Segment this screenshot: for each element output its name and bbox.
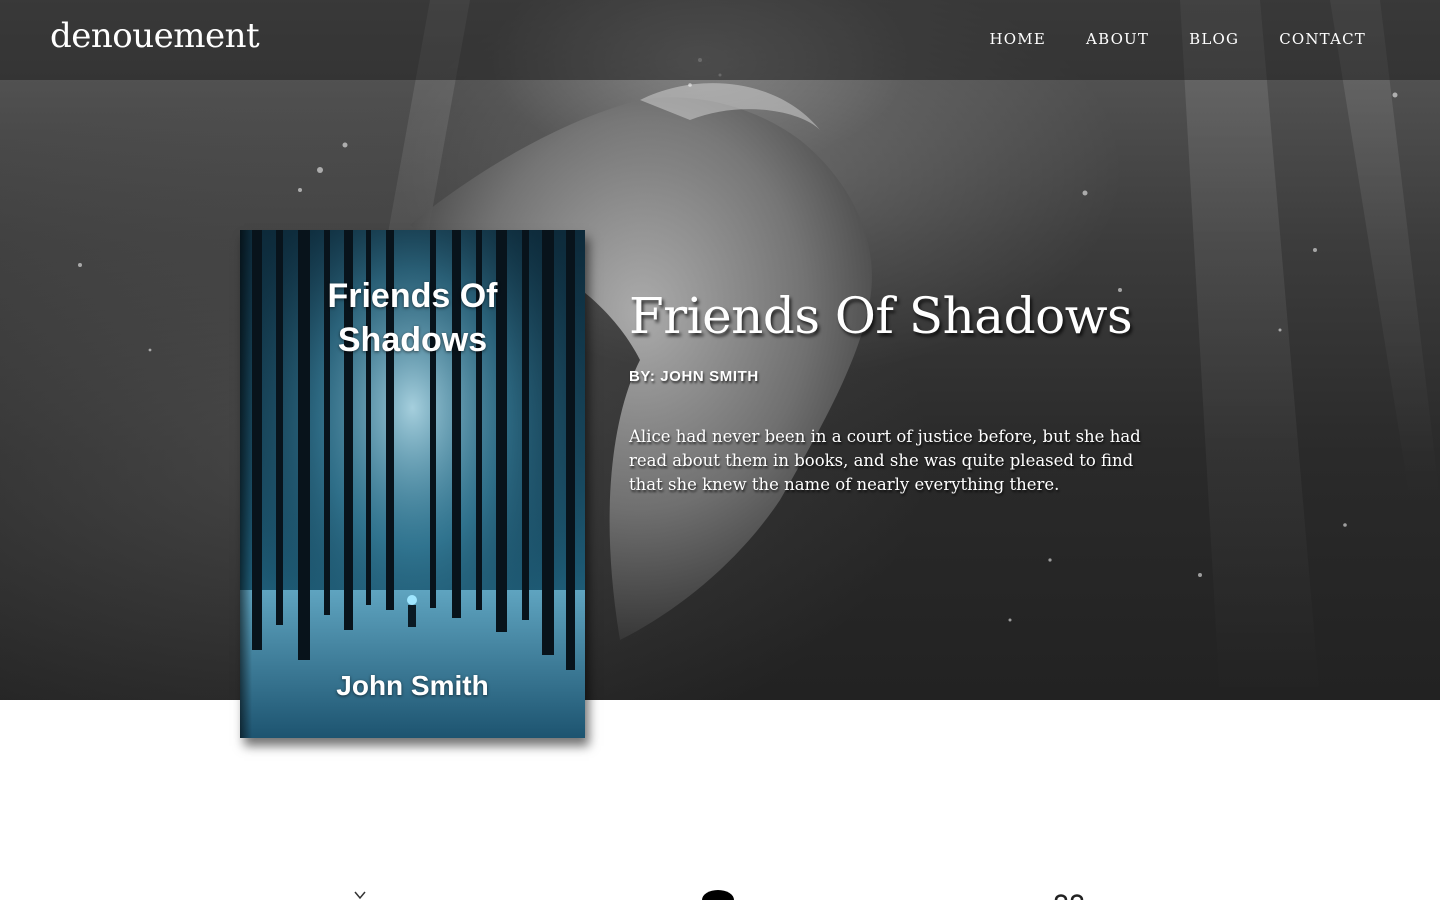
nav-about-link[interactable]: ABOUT bbox=[1086, 30, 1149, 48]
nav-blog-link[interactable]: BLOG bbox=[1189, 30, 1239, 48]
glasses-icon bbox=[1054, 894, 1084, 900]
book-cover-title: Friends Of Shadows bbox=[327, 277, 498, 359]
nav-contact-link[interactable]: CONTACT bbox=[1279, 30, 1366, 48]
main-menu: HOME ABOUT BLOG CONTACT bbox=[990, 30, 1366, 48]
sprout-icon bbox=[354, 891, 366, 900]
hero-section: denouement HOME ABOUT BLOG CONTACT Frien… bbox=[0, 0, 1440, 700]
book-cover-author: John Smith bbox=[336, 670, 489, 701]
page: denouement HOME ABOUT BLOG CONTACT Frien… bbox=[0, 0, 1440, 900]
book-author-byline: BY: JOHN SMITH bbox=[629, 368, 759, 385]
book-cover[interactable]: Friends Of Shadows John Smith bbox=[240, 230, 585, 738]
nav-home-link[interactable]: HOME bbox=[990, 30, 1047, 48]
person-icon bbox=[702, 890, 734, 900]
site-logo[interactable]: denouement bbox=[50, 16, 260, 56]
book-description: Alice had never been in a court of justi… bbox=[629, 427, 1141, 494]
book-info: Friends Of Shadows BY: JOHN SMITH Alice … bbox=[629, 282, 1169, 514]
book-title: Friends Of Shadows bbox=[629, 287, 1133, 345]
top-navigation-bar: denouement HOME ABOUT BLOG CONTACT bbox=[0, 0, 1440, 80]
